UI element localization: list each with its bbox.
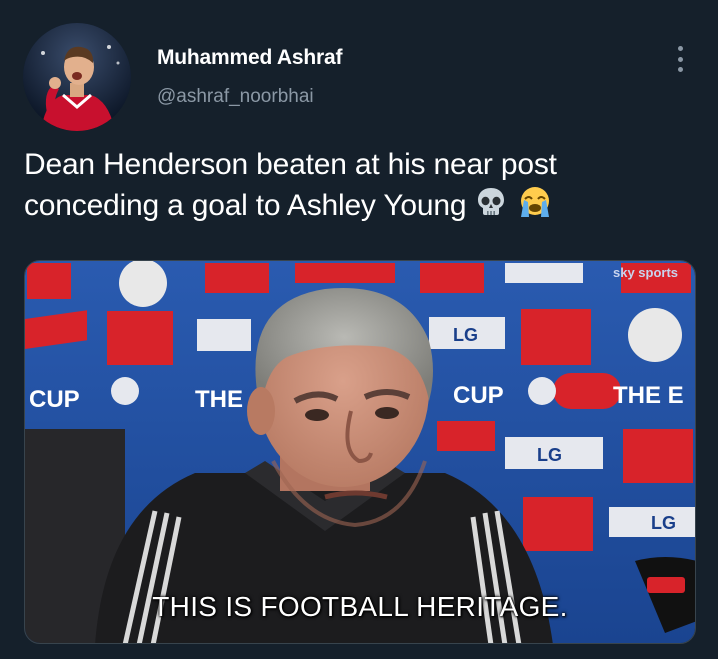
avatar[interactable] (23, 23, 131, 131)
skull-emoji (474, 185, 508, 230)
author-info[interactable]: Muhammed Ashraf @ashraf_noorbhai (157, 46, 342, 108)
svg-text:CUP: CUP (453, 382, 504, 409)
avatar-image (23, 23, 131, 131)
svg-text:LG: LG (651, 513, 676, 533)
display-name[interactable]: Muhammed Ashraf (157, 46, 342, 70)
tweet-media-image[interactable]: CUP THE CUP THE E LG LG LG sky sports TH… (24, 260, 696, 644)
svg-text:THE: THE (195, 386, 243, 413)
tweet: Muhammed Ashraf @ashraf_noorbhai Dean He… (0, 0, 718, 659)
svg-text:LG: LG (453, 325, 478, 345)
loudly-crying-face-emoji (517, 185, 553, 230)
svg-text:CUP: CUP (29, 386, 80, 413)
meme-caption: THIS IS FOOTBALL HERITAGE. (152, 591, 568, 622)
press-conference-photo: CUP THE CUP THE E LG LG LG sky sports (25, 261, 695, 643)
tweet-text: Dean Henderson beaten at his near post c… (24, 145, 694, 230)
user-handle[interactable]: @ashraf_noorbhai (157, 86, 342, 108)
svg-text:LG: LG (537, 445, 562, 465)
svg-text:sky sports: sky sports (613, 265, 678, 280)
svg-text:THE E: THE E (613, 382, 684, 409)
more-options-icon[interactable] (668, 44, 692, 74)
